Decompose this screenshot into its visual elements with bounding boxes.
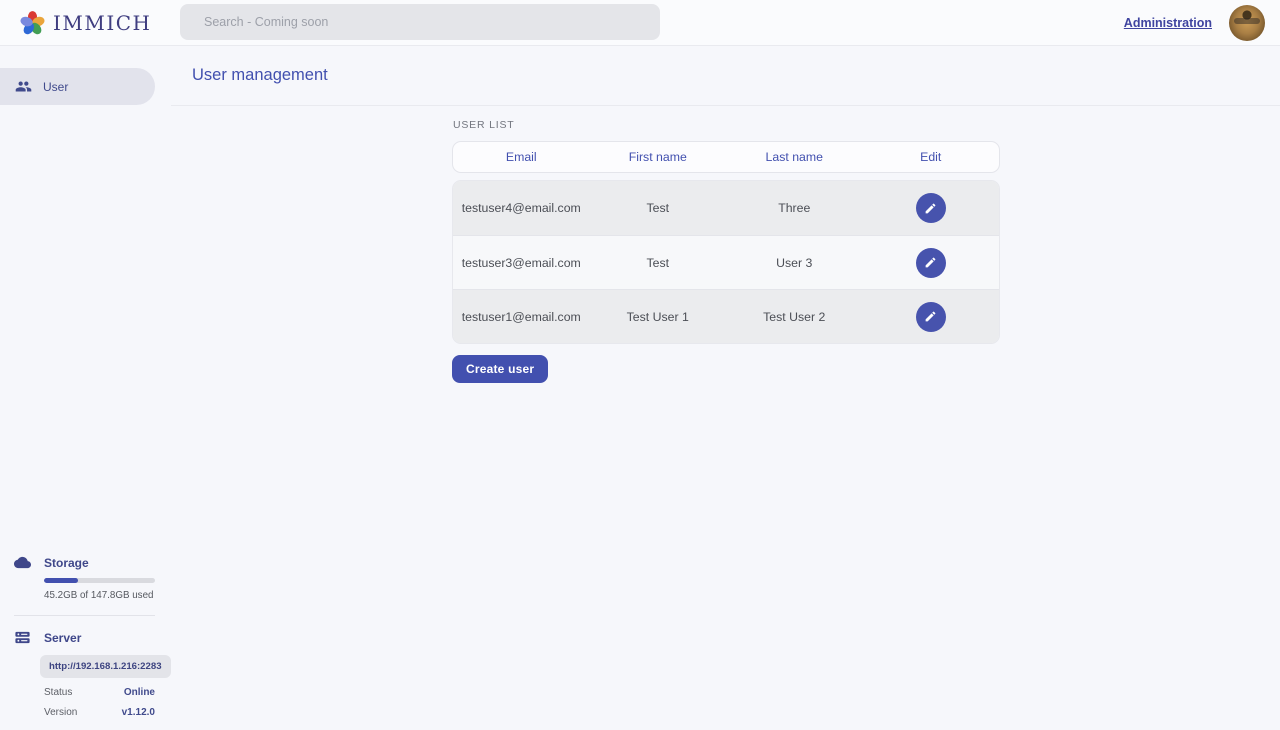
storage-progress-fill bbox=[44, 578, 78, 583]
brand: IMMICH bbox=[19, 0, 152, 46]
cell-last-name: Three bbox=[726, 201, 863, 215]
pencil-icon bbox=[924, 310, 937, 323]
user-list-label: USER LIST bbox=[453, 119, 1000, 131]
brand-title: IMMICH bbox=[53, 11, 152, 35]
cell-first-name: Test bbox=[590, 201, 727, 215]
edit-user-button[interactable] bbox=[916, 193, 946, 223]
page-title: User management bbox=[192, 66, 328, 85]
pencil-icon bbox=[924, 202, 937, 215]
sidebar-item-user[interactable]: User bbox=[0, 68, 155, 105]
server-version-row: Version v1.12.0 bbox=[44, 707, 155, 718]
cell-last-name: Test User 2 bbox=[726, 310, 863, 324]
server-icon bbox=[14, 629, 31, 646]
table-row: testuser1@email.com Test User 1 Test Use… bbox=[453, 289, 999, 343]
top-navbar: IMMICH Administration bbox=[0, 0, 1280, 46]
page-header: User management bbox=[171, 46, 1280, 106]
server-status-label: Status bbox=[44, 687, 72, 698]
create-user-button[interactable]: Create user bbox=[452, 355, 548, 383]
server-section: Server http://192.168.1.216:2283 Status … bbox=[0, 629, 155, 718]
immich-logo-icon bbox=[19, 10, 46, 37]
administration-link[interactable]: Administration bbox=[1124, 16, 1212, 30]
search-input[interactable] bbox=[180, 4, 660, 40]
cell-email: testuser4@email.com bbox=[453, 201, 590, 215]
col-header-last-name: Last name bbox=[726, 150, 863, 164]
storage-usage-text: 45.2GB of 147.8GB used bbox=[44, 590, 155, 601]
table-row: testuser4@email.com Test Three bbox=[453, 181, 999, 235]
main-content: User management USER LIST Email First na… bbox=[155, 46, 1280, 730]
user-list-section: USER LIST Email First name Last name Edi… bbox=[452, 119, 1000, 383]
sidebar: User Storage 45.2GB of 147.8GB used bbox=[0, 46, 155, 730]
table-body: testuser4@email.com Test Three testuser3… bbox=[452, 180, 1000, 344]
pencil-icon bbox=[924, 256, 937, 269]
users-icon bbox=[15, 78, 32, 95]
cell-last-name: User 3 bbox=[726, 256, 863, 270]
cell-first-name: Test User 1 bbox=[590, 310, 727, 324]
server-title: Server bbox=[44, 631, 81, 645]
server-url: http://192.168.1.216:2283 bbox=[40, 655, 171, 678]
edit-user-button[interactable] bbox=[916, 248, 946, 278]
user-avatar[interactable] bbox=[1229, 5, 1265, 41]
cloud-icon bbox=[14, 554, 31, 571]
cell-email: testuser3@email.com bbox=[453, 256, 590, 270]
col-header-first-name: First name bbox=[590, 150, 727, 164]
sidebar-footer: Storage 45.2GB of 147.8GB used bbox=[0, 554, 155, 718]
storage-title: Storage bbox=[44, 556, 89, 570]
table-header-row: Email First name Last name Edit bbox=[452, 141, 1000, 173]
navbar-right: Administration bbox=[1124, 0, 1265, 46]
col-header-email: Email bbox=[453, 150, 590, 164]
server-status-row: Status Online bbox=[44, 687, 155, 698]
edit-user-button[interactable] bbox=[916, 302, 946, 332]
col-header-edit: Edit bbox=[863, 150, 1000, 164]
server-version-value: v1.12.0 bbox=[122, 707, 155, 718]
storage-section: Storage 45.2GB of 147.8GB used bbox=[0, 554, 155, 601]
table-row: testuser3@email.com Test User 3 bbox=[453, 235, 999, 289]
cell-email: testuser1@email.com bbox=[453, 310, 590, 324]
storage-progress-bar bbox=[44, 578, 155, 583]
server-status-value: Online bbox=[124, 687, 155, 698]
cell-first-name: Test bbox=[590, 256, 727, 270]
sidebar-item-label: User bbox=[43, 80, 68, 94]
sidebar-divider bbox=[14, 615, 155, 616]
server-version-label: Version bbox=[44, 707, 77, 718]
